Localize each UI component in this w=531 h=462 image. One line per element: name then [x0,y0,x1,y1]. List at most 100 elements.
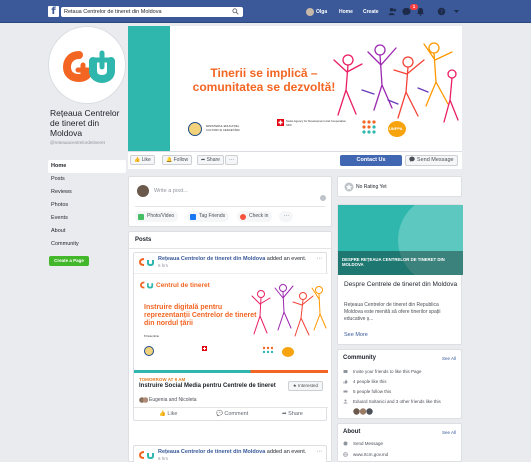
search-icon[interactable] [232,8,239,15]
community-row-text: 5 people follow this [353,389,392,394]
see-more-link[interactable]: See More [344,332,368,338]
swiss-agency-text: Swiss Agency for Development and Coopera… [286,119,347,127]
page-title[interactable]: Rețeaua Centrelor de tineret din Moldova [50,108,128,138]
ministry-seal-icon [144,346,154,356]
see-all-link[interactable]: See All [442,356,456,361]
ministry-seal-icon [188,122,202,136]
community-card: Community See All Invite your friends to… [337,349,462,419]
about-row-text: www.rtcm.gov.md [353,452,389,457]
event-date: TOMORROW AT 9 AM [139,377,186,382]
messenger-icon [409,156,416,162]
community-row[interactable]: Eduard Soltanici and 3 other friends lik… [343,398,459,407]
page-username[interactable]: @reteauacentrelordetineret [50,140,128,145]
post-action-text: added an event. [265,449,307,455]
like-label: Like [141,157,151,163]
like-label: Like [167,411,178,417]
follow-page-button[interactable]: 🔔 Follow [162,155,193,165]
about-row[interactable]: www.rtcm.gov.md [343,451,459,460]
tag-icon [190,213,196,220]
cover-teal-stripe [128,26,170,151]
facebook-logo-icon[interactable]: f [48,6,59,17]
community-row-text: Eduard Soltanici and 3 other friends lik… [353,399,441,404]
nav-profile-link[interactable]: Olga [306,7,334,17]
post-author-link[interactable]: Rețeaua Centrelor de tineret din Moldova [158,449,265,455]
page-avatar-icon[interactable] [139,450,155,460]
about-row[interactable]: Send Message [343,440,459,449]
create-page-button[interactable]: Create a Page [49,256,89,266]
nav-item-home[interactable]: Home [48,160,126,173]
about-title[interactable]: Despre Centrele de tineret din Moldova [344,281,459,289]
nav-item-reviews[interactable]: Reviews [48,186,126,199]
page-profile-picture[interactable] [48,26,126,104]
nav-item-posts[interactable]: Posts [48,173,126,186]
photo-video-button[interactable]: Photo/Video [135,211,179,222]
nav-home-link[interactable]: Home [339,9,353,15]
event-image-date: 8 Noiembrie [144,334,160,338]
dots-logo-icon [362,120,376,134]
cover-photo[interactable]: Tinerii se implică – comunitatea se dezv… [128,26,462,151]
community-row[interactable]: 5 people follow this [343,388,459,397]
post-timestamp[interactable]: 6 hrs [158,456,168,461]
tag-friends-button[interactable]: Tag Friends [187,211,230,222]
nav-create-link[interactable]: Create [363,9,379,15]
nav-item-photos[interactable]: Photos [48,199,126,212]
comment-button[interactable]: 💬 Comment [216,411,248,417]
comment-label: Comment [224,411,249,417]
check-in-button[interactable]: Check in [237,211,273,222]
see-all-link[interactable]: See All [442,430,456,435]
posts-section: Posts Rețeaua Centrelor de tineret din M… [128,231,332,462]
rating-icon [344,182,354,192]
thumbs-up-icon [343,379,348,384]
messenger-icon [343,441,348,446]
event-post: Rețeaua Centrelor de tineret din Moldova… [133,252,328,421]
follow-label: Follow [173,157,189,163]
photo-video-label: Photo/Video [147,213,175,219]
event-friends-going[interactable]: Eugenia and Nicoleta [149,397,197,403]
dancing-youth-illustration-icon [251,284,327,337]
community-row[interactable]: Invite your friends to like this Page [343,368,459,377]
ministry-text: MINISTERUL EDUCAȚIEI, CULTURII ȘI CERCET… [206,124,240,132]
emoji-icon[interactable] [320,195,326,201]
like-button[interactable]: 👍 Like [159,411,177,417]
swiss-flag-icon [202,346,207,351]
posts-heading: Posts [135,237,152,243]
share-button[interactable]: ➦ Share [282,411,303,417]
nav-item-about[interactable]: About [48,225,126,238]
help-icon[interactable]: ? [437,7,446,16]
divider [135,206,325,207]
top-navigation-bar: f Retaua Centrelor de tineret din Moldov… [0,0,531,23]
more-options-button[interactable]: ··· [225,155,238,165]
post-author-link[interactable]: Rețeaua Centrelor de tineret din Moldova [158,256,265,262]
community-row[interactable]: 4 people like this [343,378,459,387]
avatar [137,185,149,197]
search-input[interactable]: Retaua Centrelor de tineret din Moldova [61,7,243,17]
page-action-bar: 👍 Like 🔔 Follow ➦ Share ··· Contact Us S… [128,151,462,169]
event-title-link[interactable]: Instruire Social Media pentru Centrele d… [139,383,279,391]
send-message-button[interactable]: Send Message [405,155,458,166]
post-composer: Write a post... Photo/Video Tag Friends … [128,176,332,227]
nav-item-community[interactable]: Community [48,238,126,251]
rating-text: No Rating Yet [356,184,387,190]
about-card: About See All Send Message www.rtcm.gov.… [337,423,462,462]
about-row-text: Send Message [353,441,384,446]
friends-avatars-icon [139,397,148,403]
post-options-button[interactable]: ··· [317,255,323,262]
interested-button[interactable]: ★ Interested [287,381,323,391]
about-preview-image[interactable]: DESPRE REȚEAUA CENTRELOR DE TINERET DIN … [338,205,463,275]
about-preview-card[interactable]: DESPRE REȚEAUA CENTRELOR DE TINERET DIN … [337,204,463,345]
like-page-button[interactable]: 👍 Like [130,155,155,165]
event-cover-image[interactable]: Centrul de tineret Instruire digitală pe… [134,273,328,373]
friend-requests-icon[interactable] [388,7,397,16]
contact-us-button[interactable]: Contact Us [340,155,402,166]
write-post-input[interactable]: Write a post... [154,188,188,194]
post-options-button[interactable]: ··· [317,448,323,455]
composer-more-button[interactable]: ··· [279,211,293,222]
page-navigation: Home Posts Reviews Photos Events About C… [48,160,126,251]
community-heading: Community [343,355,376,361]
page-avatar-icon[interactable] [139,257,155,267]
chevron-down-icon[interactable] [452,7,461,16]
post-timestamp[interactable]: 6 hrs [158,263,168,268]
share-page-button[interactable]: ➦ Share [197,155,224,165]
notifications-bell-icon[interactable] [416,7,425,16]
nav-item-events[interactable]: Events [48,212,126,225]
